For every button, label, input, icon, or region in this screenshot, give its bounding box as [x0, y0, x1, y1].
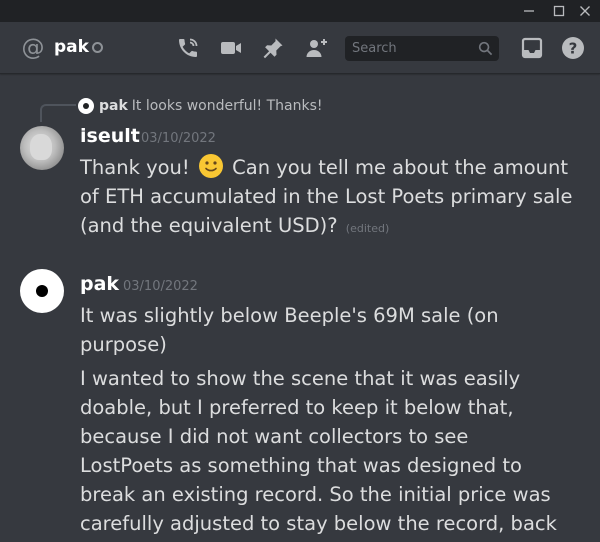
message-text: Thank you!	[80, 156, 190, 179]
search-icon[interactable]	[478, 41, 493, 56]
message-author[interactable]: iseult	[80, 124, 140, 148]
message-content: It was slightly below Beeple's 69M sale …	[80, 301, 560, 542]
slightly-smiling-face-icon	[198, 153, 224, 179]
reply-avatar	[78, 98, 94, 114]
status-offline-indicator	[92, 42, 103, 53]
avatar[interactable]	[20, 126, 64, 170]
at-icon: @	[21, 35, 45, 61]
minimize-icon	[524, 10, 534, 12]
minimize-button[interactable]	[514, 0, 544, 22]
message-timestamp: 03/10/2022	[123, 279, 198, 294]
reply-text: It looks wonderful! Thanks!	[131, 98, 323, 114]
channel-name[interactable]: pak	[54, 36, 89, 58]
message-timestamp: 03/10/2022	[141, 131, 216, 146]
pin-icon[interactable]	[261, 36, 285, 60]
phone-call-icon[interactable]	[176, 36, 200, 60]
inbox-icon[interactable]	[520, 36, 544, 60]
help-icon[interactable]: ?	[561, 36, 585, 60]
reply-author[interactable]: pak	[99, 98, 128, 114]
channel-header: @ pak ?	[0, 22, 600, 74]
svg-text:?: ?	[569, 40, 578, 58]
avatar[interactable]	[20, 269, 64, 313]
close-icon	[580, 6, 590, 16]
reply-reference[interactable]: pak It looks wonderful! Thanks!	[78, 96, 323, 116]
message-paragraph: It was slightly below Beeple's 69M sale …	[80, 304, 499, 356]
message-author[interactable]: pak	[80, 272, 119, 296]
video-camera-icon[interactable]	[219, 36, 243, 60]
search-box[interactable]	[345, 36, 499, 61]
message-paragraph: I wanted to show the scene that it was e…	[80, 367, 557, 542]
window-titlebar	[0, 0, 600, 22]
search-input[interactable]	[345, 36, 475, 61]
edited-label: (edited)	[345, 222, 390, 235]
reply-spine	[40, 104, 76, 122]
message-content: Thank you! Can you tell me about the amo…	[80, 153, 585, 243]
add-friend-icon[interactable]	[305, 36, 329, 60]
maximize-icon	[553, 5, 565, 17]
close-button[interactable]	[570, 0, 600, 22]
